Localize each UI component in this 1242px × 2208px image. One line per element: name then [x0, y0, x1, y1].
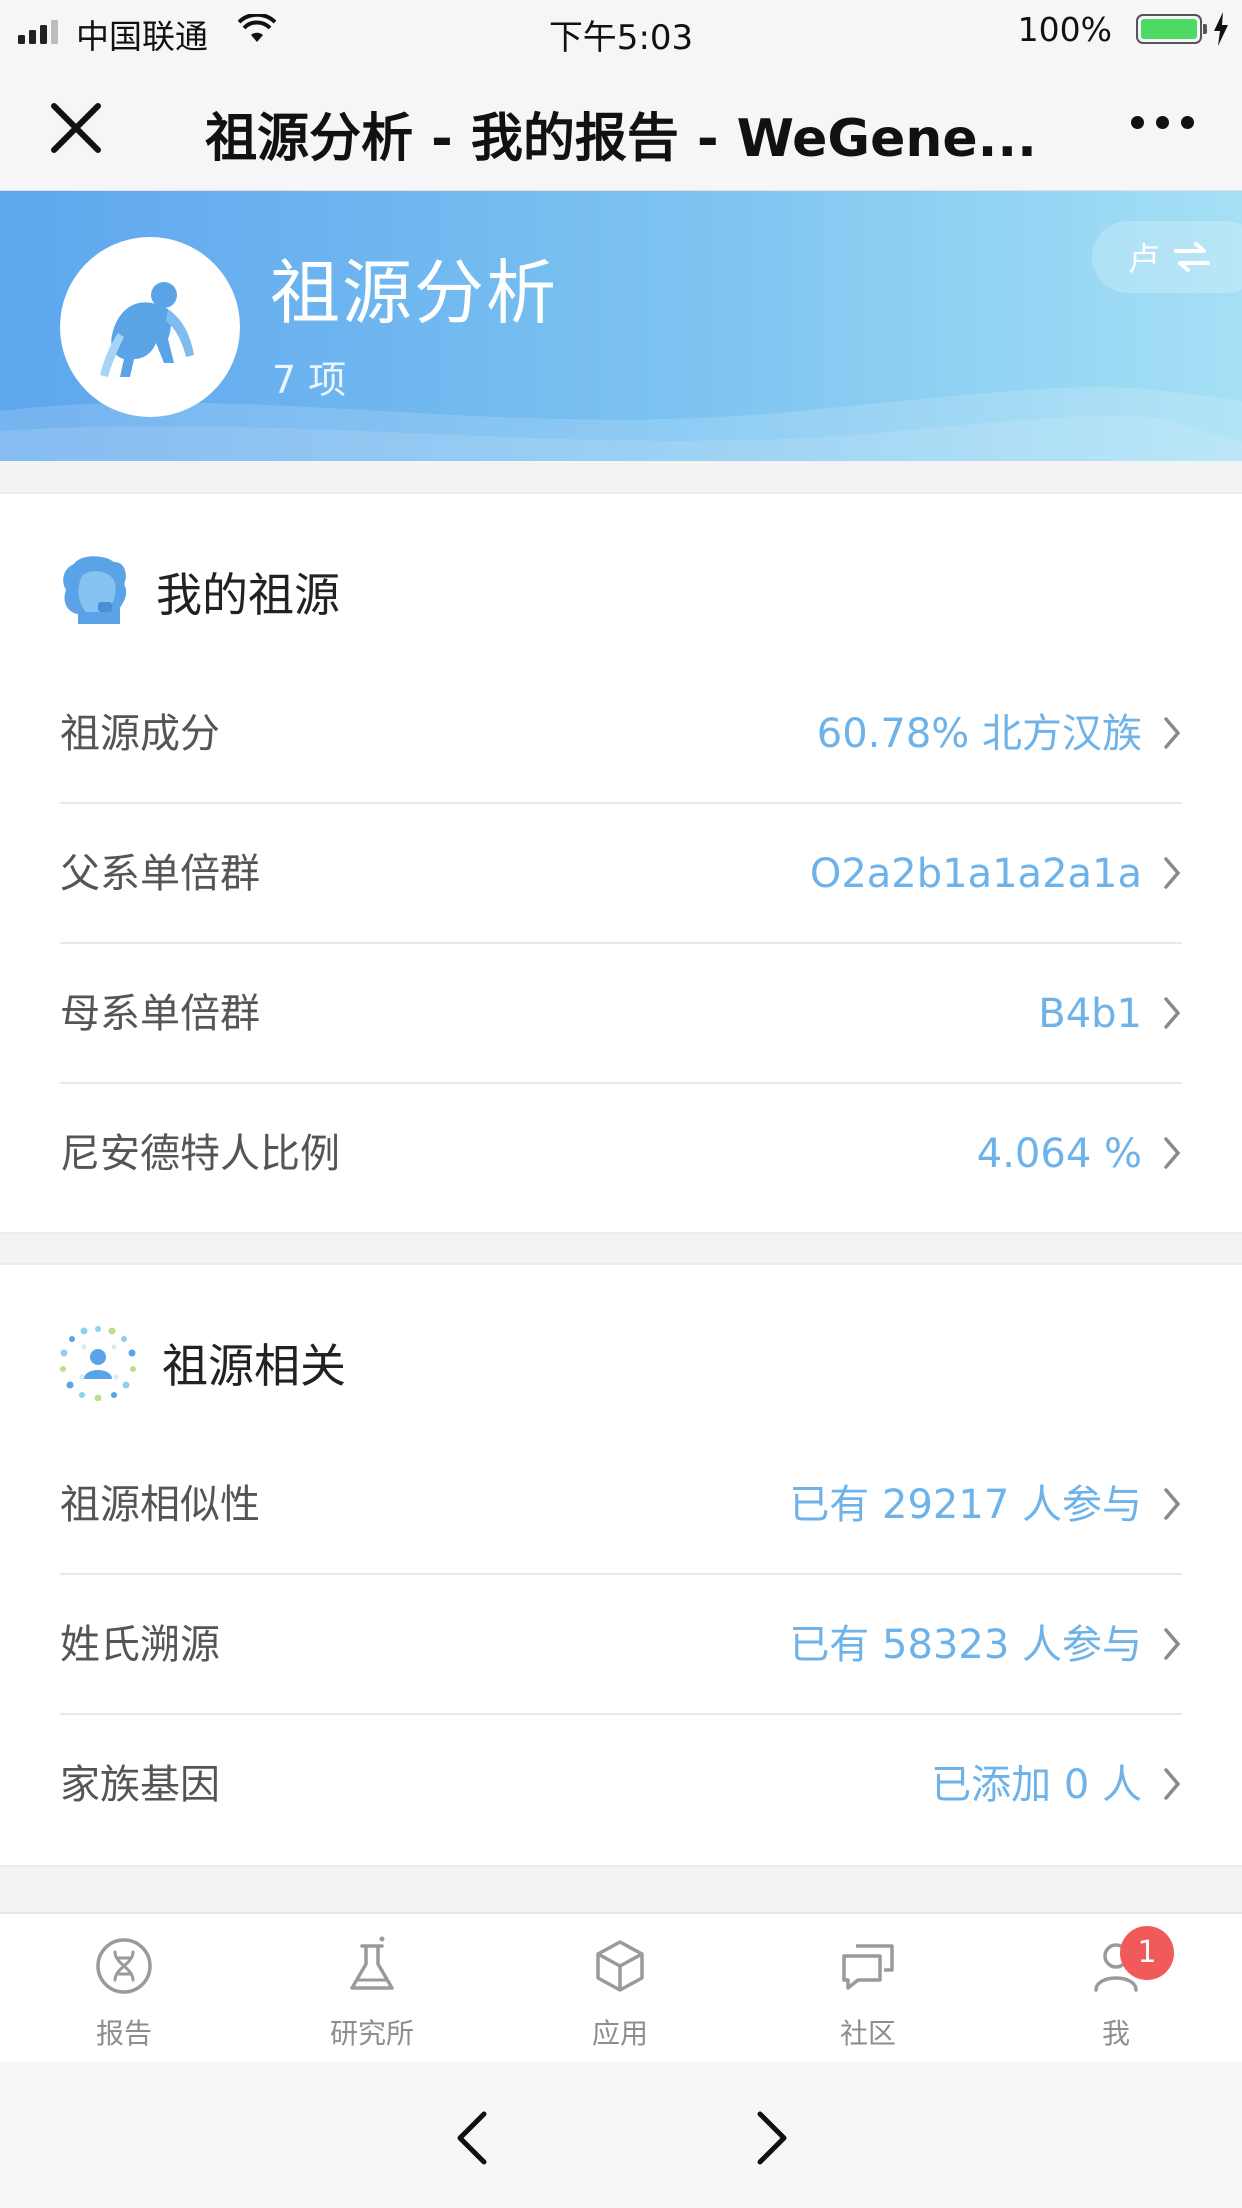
ancestry-avatar [60, 237, 240, 417]
navigation-bar: 祖源分析 - 我的报告 - WeGene... [0, 62, 1242, 191]
chevron-right-icon [1164, 1628, 1181, 1660]
page-title: 祖源分析 - 我的报告 - WeGene... [205, 109, 1037, 169]
browser-toolbar [0, 2062, 1242, 2208]
row-label: 尼安德特人比例 [60, 1131, 340, 1177]
row-value: 已添加 0 人 [931, 1762, 1142, 1808]
switch-profile-button[interactable]: 卢 [1092, 221, 1242, 293]
more-options-icon[interactable] [1131, 116, 1194, 129]
chat-bubbles-icon [842, 1944, 894, 1990]
tab-apps[interactable]: 应用 [496, 1914, 744, 2062]
header-banner: 祖源分析 7 项 卢 [0, 191, 1242, 461]
header-title: 祖源分析 [270, 252, 558, 334]
tab-label: 研究所 [329, 2017, 414, 2050]
row-value: O2a2b1a1a2a1a [809, 851, 1142, 897]
tab-bar: 报告 研究所 应用 社区 1 我 [0, 1912, 1242, 2062]
tab-research[interactable]: 研究所 [248, 1914, 496, 2062]
ape-icon [100, 282, 194, 377]
chevron-right-icon [1164, 717, 1181, 749]
row-label: 家族基因 [60, 1762, 220, 1808]
tab-label: 社区 [839, 2017, 896, 2050]
list-item[interactable]: 母系单倍群 B4b1 [60, 944, 1182, 1084]
tab-label: 应用 [591, 2017, 648, 2050]
item-count: 7 项 [272, 358, 347, 402]
battery-icon [1136, 14, 1207, 44]
face-avatar-icon [63, 556, 127, 624]
profile-name: 卢 [1128, 240, 1161, 278]
row-label: 姓氏溯源 [60, 1622, 220, 1668]
section-header: 祖源相关 [60, 1323, 346, 1403]
list-item[interactable]: 父系单倍群 O2a2b1a1a2a1a [60, 804, 1182, 944]
tab-label: 报告 [95, 2017, 152, 2050]
flask-icon [350, 1936, 394, 1990]
chevron-right-icon [1164, 1768, 1181, 1800]
tab-report[interactable]: 报告 [0, 1914, 248, 2062]
row-label: 母系单倍群 [60, 991, 260, 1037]
section-title: 我的祖源 [156, 568, 340, 622]
tab-me[interactable]: 1 我 [992, 1914, 1240, 2062]
list-item[interactable]: 祖源相似性 已有 29217 人参与 [60, 1435, 1182, 1575]
dna-icon [96, 1938, 152, 1994]
cube-icon [596, 1940, 644, 1992]
row-label: 父系单倍群 [60, 851, 260, 897]
row-label: 祖源相似性 [60, 1482, 260, 1528]
notification-badge: 1 [1120, 1926, 1174, 1980]
list-item[interactable]: 祖源成分 60.78% 北方汉族 [60, 664, 1182, 804]
close-icon[interactable] [48, 100, 104, 156]
row-value: B4b1 [1038, 991, 1142, 1037]
battery-percent: 100% [1017, 10, 1112, 49]
row-label: 祖源成分 [60, 711, 220, 757]
charging-icon [1214, 12, 1228, 46]
row-value: 已有 58323 人参与 [789, 1622, 1142, 1668]
chevron-right-icon [1164, 1137, 1181, 1169]
row-value: 60.78% 北方汉族 [816, 711, 1142, 757]
back-arrow-icon[interactable] [452, 2110, 492, 2166]
chevron-right-icon [1164, 1488, 1181, 1520]
ancestry-related-section: 祖源相关 祖源相似性 已有 29217 人参与 姓氏溯源 已有 58323 人参… [0, 1263, 1242, 1867]
section-title: 祖源相关 [162, 1339, 346, 1393]
section-header: 我的祖源 [60, 552, 340, 632]
my-ancestry-section: 我的祖源 祖源成分 60.78% 北方汉族 父系单倍群 O2a2b1a1a2a1… [0, 492, 1242, 1234]
forward-arrow-icon[interactable] [752, 2110, 792, 2166]
chevron-right-icon [1164, 997, 1181, 1029]
chevron-right-icon [1164, 857, 1181, 889]
row-value: 4.064 % [976, 1131, 1142, 1177]
tab-label: 我 [1101, 2017, 1130, 2050]
people-network-icon [60, 1326, 136, 1401]
list-item[interactable]: 尼安德特人比例 4.064 % [60, 1084, 1182, 1224]
list-item[interactable]: 家族基因 已添加 0 人 [60, 1715, 1182, 1855]
list-item[interactable]: 姓氏溯源 已有 58323 人参与 [60, 1575, 1182, 1715]
swap-arrows-icon [1174, 242, 1211, 272]
status-bar: 中国联通 下午5:03 100% [0, 0, 1242, 62]
row-value: 已有 29217 人参与 [789, 1482, 1142, 1528]
tab-community[interactable]: 社区 [744, 1914, 992, 2062]
